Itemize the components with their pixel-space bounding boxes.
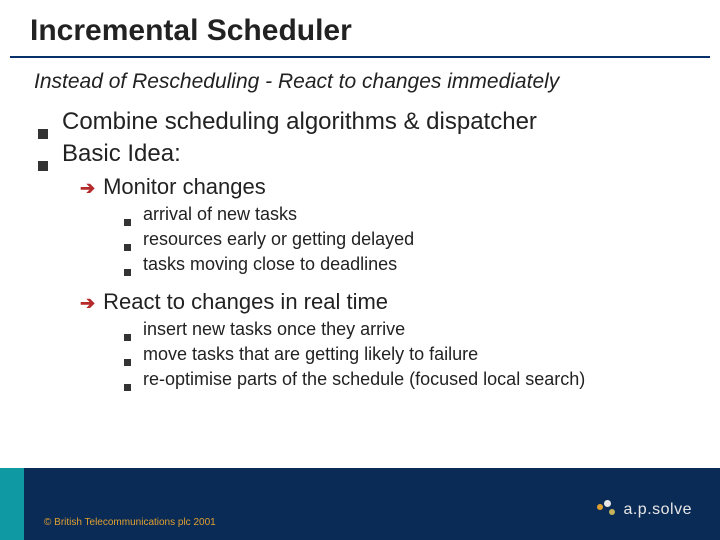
bullet-level2: ➔ Monitor changes xyxy=(80,174,690,200)
bullet-text: move tasks that are getting likely to fa… xyxy=(143,344,478,365)
bullet-level3: arrival of new tasks xyxy=(124,204,690,225)
square-bullet-icon xyxy=(124,219,131,226)
bullet-text: tasks moving close to deadlines xyxy=(143,254,397,275)
square-bullet-icon xyxy=(124,359,131,366)
teal-stripe xyxy=(0,468,24,540)
bullet-text: arrival of new tasks xyxy=(143,204,297,225)
bullet-level1: Combine scheduling algorithms & dispatch… xyxy=(38,108,690,136)
bullet-level2: ➔ React to changes in real time xyxy=(80,289,690,315)
bullet-text: Monitor changes xyxy=(103,174,266,200)
footer-bar: © British Telecommunications plc 2001 a.… xyxy=(0,468,720,540)
square-bullet-icon xyxy=(124,244,131,251)
arrow-right-icon: ➔ xyxy=(80,178,95,199)
bullet-level1: Basic Idea: xyxy=(38,140,690,168)
bullet-text: re-optimise parts of the schedule (focus… xyxy=(143,369,585,390)
square-bullet-icon xyxy=(124,269,131,276)
bullet-level3: tasks moving close to deadlines xyxy=(124,254,690,275)
bullet-level3: resources early or getting delayed xyxy=(124,229,690,250)
bullet-text: Basic Idea: xyxy=(62,140,181,168)
slide: Incremental Scheduler Instead of Resched… xyxy=(0,0,720,540)
copyright-text: © British Telecommunications plc 2001 xyxy=(44,517,216,528)
logo: a.p.solve xyxy=(597,500,692,520)
bullet-level3: move tasks that are getting likely to fa… xyxy=(124,344,690,365)
arrow-right-icon: ➔ xyxy=(80,293,95,314)
logo-dots-icon xyxy=(597,500,617,520)
bullet-text: Combine scheduling algorithms & dispatch… xyxy=(62,108,537,136)
slide-body: Combine scheduling algorithms & dispatch… xyxy=(38,108,690,390)
bullet-level3: insert new tasks once they arrive xyxy=(124,319,690,340)
bullet-text: React to changes in real time xyxy=(103,289,388,315)
bullet-text: insert new tasks once they arrive xyxy=(143,319,405,340)
slide-subtitle: Instead of Rescheduling - React to chang… xyxy=(34,70,559,94)
square-bullet-icon xyxy=(124,384,131,391)
bullet-text: resources early or getting delayed xyxy=(143,229,414,250)
bullet-level3: re-optimise parts of the schedule (focus… xyxy=(124,369,690,390)
title-underline xyxy=(10,56,710,58)
slide-title: Incremental Scheduler xyxy=(30,14,352,48)
square-bullet-icon xyxy=(124,334,131,341)
square-bullet-icon xyxy=(38,129,48,139)
square-bullet-icon xyxy=(38,161,48,171)
logo-text: a.p.solve xyxy=(623,501,692,519)
